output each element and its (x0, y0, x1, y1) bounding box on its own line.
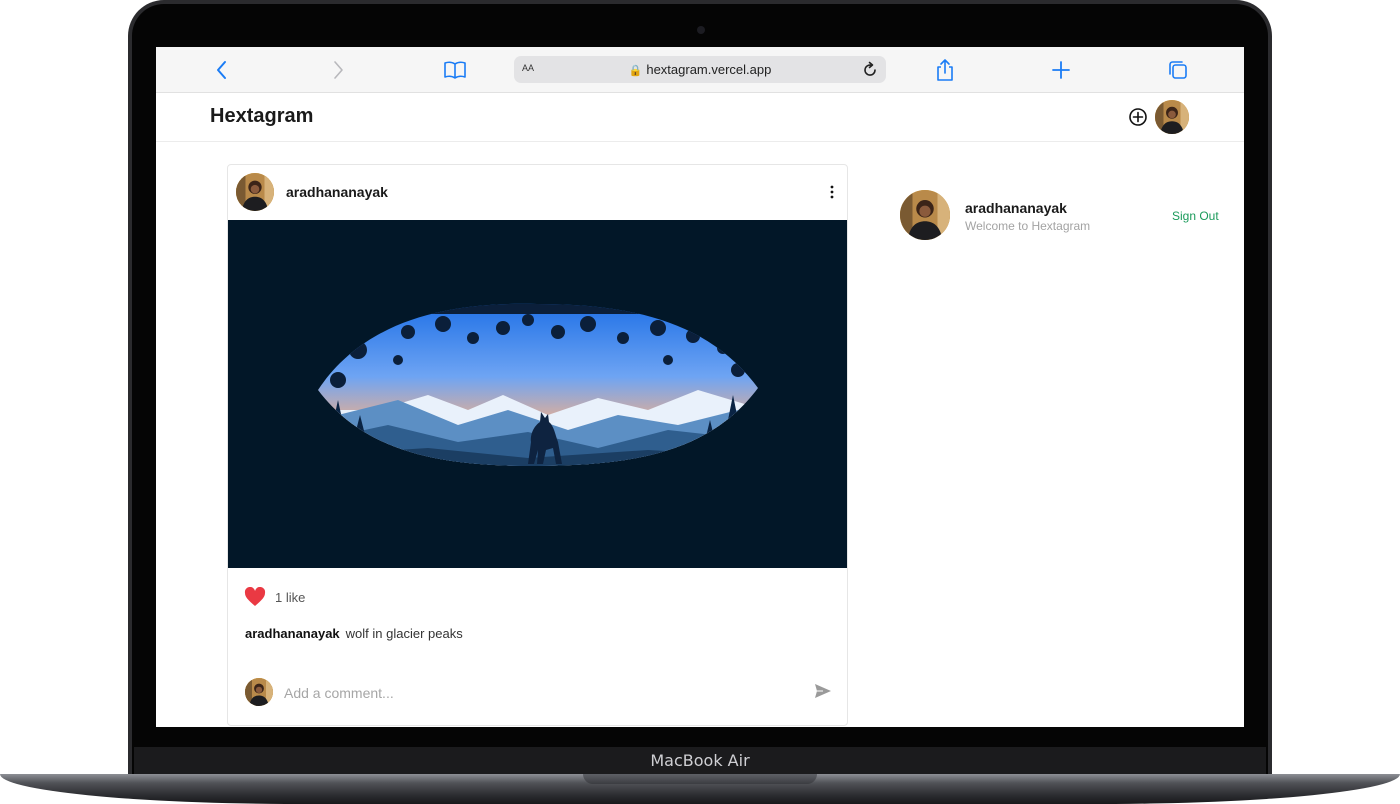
post-header: aradhananayak (228, 165, 847, 219)
caption-text: wolf in glacier peaks (345, 626, 463, 641)
likes-count[interactable]: 1 like (275, 590, 305, 605)
sidebar-username[interactable]: aradhananayak (965, 200, 1067, 216)
model-label: MacBook Air (650, 751, 750, 770)
sidebar-avatar[interactable] (900, 190, 950, 240)
app-header: Hextagram (156, 93, 1244, 142)
screen: AA 🔒 hextagram.vercel.app Hextagram arad… (156, 47, 1244, 727)
share-button[interactable] (931, 56, 959, 84)
plus-icon (1052, 61, 1070, 79)
like-row: 1 like (244, 586, 305, 608)
new-tab-button[interactable] (1047, 56, 1075, 84)
share-icon (937, 59, 953, 81)
address-bar[interactable]: AA 🔒 hextagram.vercel.app (514, 56, 886, 83)
tabs-button[interactable] (1164, 56, 1192, 84)
url-text: hextagram.vercel.app (646, 62, 772, 77)
post-image[interactable] (228, 220, 847, 568)
lock-icon: 🔒 (628, 65, 643, 77)
camera (697, 26, 705, 34)
caption-username[interactable]: aradhananayak (245, 626, 340, 641)
reload-icon[interactable] (860, 60, 880, 80)
brand-title[interactable]: Hextagram (210, 105, 313, 128)
send-icon[interactable] (814, 683, 832, 699)
chevron-left-icon (217, 61, 226, 79)
header-avatar[interactable] (1155, 100, 1189, 134)
heart-icon[interactable] (244, 587, 266, 607)
sign-out-button[interactable]: Sign Out (1172, 209, 1219, 223)
laptop-notch (583, 774, 817, 784)
sidebar-welcome: Welcome to Hextagram (965, 219, 1091, 233)
bookmarks-button[interactable] (441, 56, 469, 84)
chevron-right-icon (334, 61, 343, 79)
comment-avatar (245, 678, 273, 706)
url-display[interactable]: 🔒 hextagram.vercel.app (514, 62, 886, 77)
wolf-landscape-illustration (228, 220, 847, 568)
post-card: aradhananayak 1 like aradhananayak wolf … (227, 164, 848, 726)
browser-toolbar: AA 🔒 hextagram.vercel.app (156, 47, 1244, 93)
comment-row (228, 673, 847, 725)
forward-button[interactable] (324, 56, 352, 84)
post-caption: aradhananayak wolf in glacier peaks (245, 626, 463, 641)
book-icon (444, 61, 466, 79)
back-button[interactable] (208, 56, 236, 84)
circle-plus-icon[interactable] (1128, 107, 1148, 127)
comment-input[interactable] (282, 679, 756, 707)
post-avatar[interactable] (236, 173, 274, 211)
post-username[interactable]: aradhananayak (286, 184, 388, 200)
tabs-icon (1169, 61, 1187, 79)
kebab-menu-icon[interactable] (827, 184, 837, 200)
